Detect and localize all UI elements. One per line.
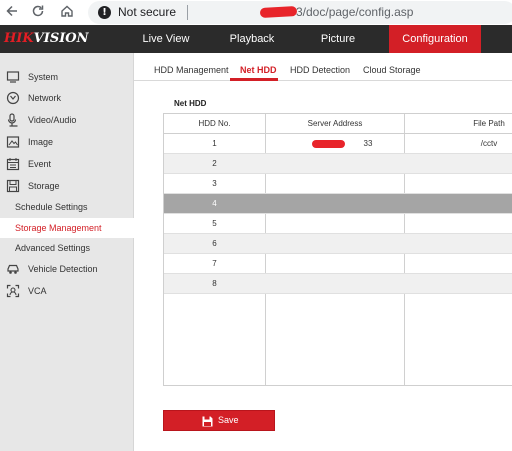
nav-configuration[interactable]: Configuration <box>389 25 481 53</box>
active-tab-indicator <box>230 78 278 81</box>
sidebar-item-label: Advanced Settings <box>15 243 91 253</box>
table-row[interactable]: 2 <box>164 154 512 174</box>
url-divider <box>187 5 188 20</box>
file-path-cell <box>404 254 512 274</box>
header-hdd-no: HDD No. <box>198 119 231 128</box>
file-path-cell <box>404 174 512 194</box>
file-path-cell <box>404 154 512 174</box>
hdd-no-cell: 4 <box>212 199 217 208</box>
address-bar[interactable]: ! Not secure 3/doc/page/config.asp <box>88 1 512 24</box>
brand-logo: HIKVISION <box>4 31 89 46</box>
hdd-no-cell: 2 <box>212 159 217 168</box>
file-path-cell <box>404 234 512 254</box>
tab-hdd-detection[interactable]: HDD Detection <box>290 65 350 75</box>
sidebar-item-label: System <box>28 72 59 82</box>
sidebar-item-label: VCA <box>28 286 47 296</box>
sidebar-item-network[interactable]: Network <box>0 88 134 108</box>
server-address-cell <box>266 234 404 254</box>
sub-tabs: HDD Management Net HDD HDD Detection Clo… <box>134 53 512 81</box>
hdd-no-cell: 7 <box>212 259 217 268</box>
sidebar: System Network Video/Audio Image Event S… <box>0 53 134 451</box>
file-path-cell: /cctv <box>480 139 498 148</box>
save-button[interactable]: Save <box>163 410 275 431</box>
car-icon <box>6 262 20 276</box>
reload-icon[interactable] <box>28 3 48 21</box>
save-icon <box>202 415 213 427</box>
server-address-cell <box>266 174 404 194</box>
sidebar-item-label: Video/Audio <box>28 115 77 125</box>
server-address-cell <box>266 214 404 234</box>
table-row[interactable]: 7 <box>164 254 512 274</box>
app-header: HIKVISION Live View Playback Picture Con… <box>0 25 512 53</box>
table-row[interactable]: 8 <box>164 274 512 294</box>
main-nav: Live View Playback Picture Configuration <box>131 25 497 53</box>
server-address-cell <box>266 274 404 294</box>
nav-live-view[interactable]: Live View <box>131 25 201 53</box>
header-file-path: File Path <box>473 119 505 128</box>
vca-icon <box>6 284 20 298</box>
table-row[interactable]: 3 <box>164 174 512 194</box>
calendar-icon <box>6 157 20 171</box>
sidebar-item-vca[interactable]: VCA <box>0 281 134 301</box>
tab-hdd-management[interactable]: HDD Management <box>154 65 229 75</box>
sidebar-item-label: Storage <box>28 181 60 191</box>
file-path-cell <box>404 194 512 214</box>
tab-net-hdd[interactable]: Net HDD <box>240 65 277 75</box>
sidebar-item-advanced-settings[interactable]: Advanced Settings <box>0 238 134 258</box>
browser-toolbar: ! Not secure 3/doc/page/config.asp <box>0 0 512 25</box>
sidebar-item-label: Network <box>28 93 62 103</box>
redaction-mark <box>259 6 298 18</box>
globe-icon <box>6 91 20 105</box>
file-path-cell <box>404 214 512 234</box>
hdd-no-cell: 6 <box>212 239 217 248</box>
hdd-no-cell: 5 <box>212 219 217 228</box>
sidebar-item-label: Event <box>28 159 52 169</box>
url-text[interactable]: 3/doc/page/config.asp <box>296 5 413 19</box>
storage-icon <box>6 179 20 193</box>
server-address-cell <box>266 154 404 174</box>
sidebar-item-storage[interactable]: Storage <box>0 176 134 196</box>
image-icon <box>6 135 20 149</box>
tab-cloud-storage[interactable]: Cloud Storage <box>363 65 421 75</box>
nav-playback[interactable]: Playback <box>217 25 287 53</box>
sidebar-item-vehicle-detection[interactable]: Vehicle Detection <box>0 259 134 279</box>
sidebar-item-system[interactable]: System <box>0 67 134 87</box>
table-header: HDD No. Server Address File Path <box>164 114 512 134</box>
sidebar-item-video-audio[interactable]: Video/Audio <box>0 110 134 130</box>
monitor-icon <box>6 70 20 84</box>
hdd-no-cell: 8 <box>212 279 217 288</box>
sidebar-item-label: Image <box>28 137 54 147</box>
sidebar-item-label: Schedule Settings <box>15 202 88 212</box>
net-hdd-table: HDD No. Server Address File Path 1 33 /c… <box>163 113 512 386</box>
save-button-label: Save <box>218 415 239 425</box>
sidebar-item-label: Storage Management <box>15 223 102 233</box>
table-row[interactable]: 4 <box>164 194 512 214</box>
nav-picture[interactable]: Picture <box>303 25 373 53</box>
sidebar-item-label: Vehicle Detection <box>28 264 98 274</box>
server-address-cell <box>266 254 404 274</box>
hdd-no-cell: 1 <box>212 139 217 148</box>
security-label[interactable]: Not secure <box>118 5 176 19</box>
home-icon[interactable] <box>57 3 77 21</box>
file-path-cell <box>404 274 512 294</box>
mic-icon <box>6 113 20 127</box>
back-icon[interactable] <box>2 3 22 21</box>
table-row[interactable]: 1 33 /cctv <box>164 134 512 154</box>
server-address-cell <box>266 194 404 214</box>
sidebar-item-event[interactable]: Event <box>0 154 134 174</box>
header-server-address: Server Address <box>307 119 363 128</box>
table-row[interactable]: 6 <box>164 234 512 254</box>
sidebar-item-schedule-settings[interactable]: Schedule Settings <box>0 197 134 217</box>
warning-icon[interactable]: ! <box>98 6 111 19</box>
sidebar-item-storage-management[interactable]: Storage Management <box>0 218 134 238</box>
hdd-no-cell: 3 <box>212 179 217 188</box>
table-row[interactable]: 5 <box>164 214 512 234</box>
sidebar-item-image[interactable]: Image <box>0 132 134 152</box>
section-title: Net HDD <box>174 99 207 108</box>
